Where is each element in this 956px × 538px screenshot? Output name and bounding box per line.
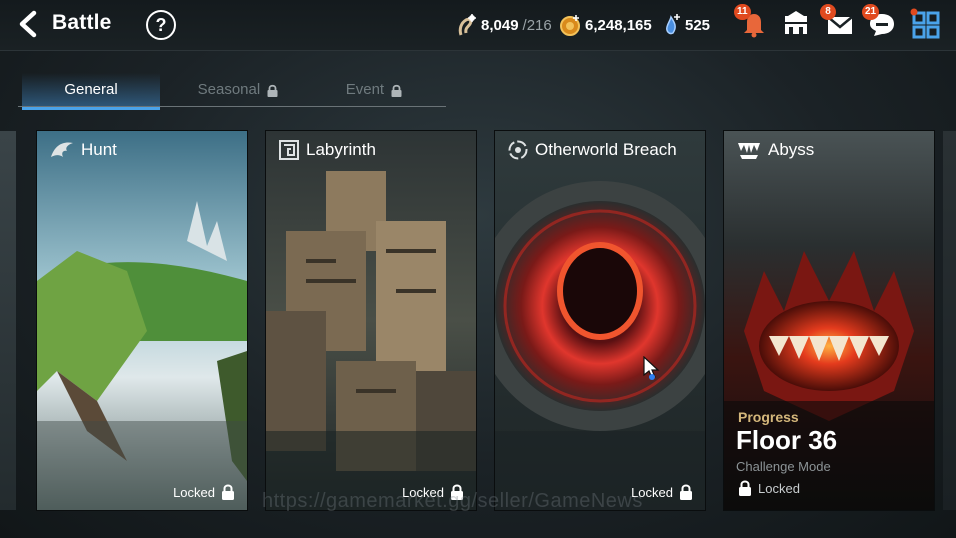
mail-button[interactable]: 8: [820, 4, 856, 40]
challenge-mode-label: Challenge Mode: [736, 459, 831, 474]
tab-general[interactable]: General: [22, 73, 160, 110]
fangs-icon: [738, 143, 760, 159]
locked-label: Locked: [758, 480, 800, 496]
tab-divider: [18, 106, 446, 107]
card-title: Hunt: [81, 140, 117, 159]
lock-icon: [739, 480, 751, 496]
progress-value: Floor 36: [736, 425, 838, 455]
lock-icon: [391, 84, 402, 97]
menu-button[interactable]: [910, 8, 942, 40]
portal-icon: [508, 140, 528, 160]
labyrinth-card[interactable]: Labyrinth Locked: [266, 131, 476, 510]
guild-button[interactable]: [780, 8, 812, 40]
notification-button[interactable]: 11: [734, 4, 770, 40]
otherworld-breach-card[interactable]: Otherworld Breach Locked: [495, 131, 705, 510]
card-edge-right: [943, 131, 956, 510]
card-header: Abyss: [736, 139, 814, 161]
crystal-value: 525: [685, 16, 711, 34]
crystal-icon: [666, 14, 680, 35]
card-title: Otherworld Breach: [535, 140, 677, 159]
locked-status: Locked: [173, 484, 235, 500]
crystal-counter[interactable]: 525: [663, 13, 710, 37]
card-header: Labyrinth: [278, 139, 376, 161]
locked-status: Locked: [738, 480, 800, 496]
card-title: Abyss: [768, 140, 815, 159]
back-arrow-icon[interactable]: [14, 9, 44, 39]
hunt-card[interactable]: Hunt Locked: [37, 131, 247, 510]
locked-label: Locked: [173, 484, 215, 500]
gold-counter[interactable]: 6,248,165: [559, 13, 652, 37]
lock-icon: [222, 484, 234, 500]
stamina-value: 8,049: [481, 16, 519, 34]
gold-value: 6,248,165: [585, 16, 652, 34]
menu-grid-icon: [910, 8, 940, 39]
page-title: Battle: [52, 11, 112, 34]
stamina-counter[interactable]: 8,049 /216: [455, 13, 552, 37]
gold-coin-icon: [560, 15, 580, 36]
card-edge-left: [0, 131, 16, 510]
stamina-icon: [458, 14, 476, 36]
lock-icon: [680, 484, 692, 500]
tab-label: General: [64, 81, 118, 98]
battle-tabs: General Seasonal Event: [18, 73, 446, 110]
watermark: https://gamemarket.gg/seller/GameNews: [262, 490, 643, 512]
mouse-cursor-icon: [643, 356, 660, 380]
mail-badge: 8: [820, 4, 836, 20]
chat-button[interactable]: 21: [862, 4, 898, 40]
lock-icon: [267, 84, 278, 97]
card-header: Otherworld Breach: [507, 139, 677, 161]
question-icon[interactable]: ?: [146, 10, 176, 40]
tab-label: Event: [345, 81, 385, 98]
progress-label: Progress: [738, 409, 799, 425]
labyrinth-artwork: [266, 131, 476, 510]
guild-icon: [785, 11, 807, 34]
tab-seasonal[interactable]: Seasonal: [182, 73, 294, 107]
hunt-artwork: [37, 131, 247, 510]
chat-badge: 21: [862, 4, 880, 20]
abyss-card[interactable]: Abyss Progress Floor 36 Challenge Mode L…: [724, 131, 934, 510]
tab-label: Seasonal: [197, 81, 261, 98]
dragon-icon: [51, 142, 73, 157]
card-title: Labyrinth: [306, 140, 376, 159]
maze-icon: [279, 140, 299, 160]
otherworld-breach-artwork: [495, 131, 705, 510]
card-header: Hunt: [49, 139, 117, 161]
tab-event[interactable]: Event: [324, 73, 424, 107]
top-bar: Battle ? 8,049 /216 6,248,165 525 11 8 2…: [0, 0, 956, 51]
notification-badge: 11: [734, 4, 751, 20]
stamina-max: /216: [522, 16, 552, 34]
